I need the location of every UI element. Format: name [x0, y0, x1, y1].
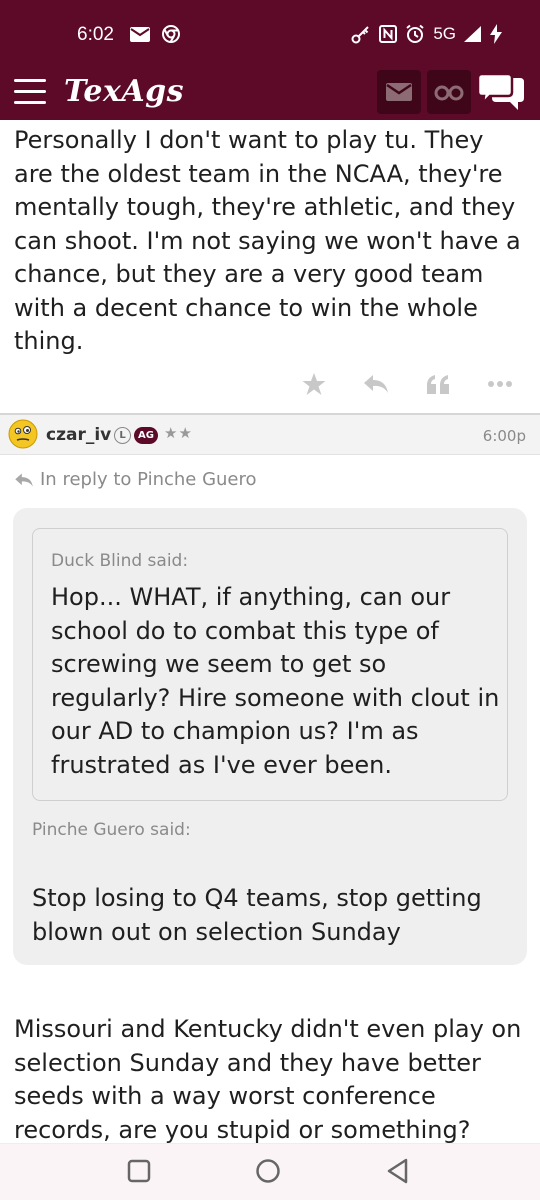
more-icon[interactable]: [484, 368, 516, 400]
binoculars-icon: [434, 85, 464, 101]
quote-text: Stop losing to Q4 teams, stop getting bl…: [32, 884, 482, 946]
reply-icon[interactable]: [360, 368, 392, 400]
rank-stars: ★★: [164, 424, 193, 442]
quote-author: Duck Blind said:: [51, 551, 189, 571]
status-time: 6:02: [77, 24, 114, 45]
status-right-icons: 5G: [351, 24, 502, 44]
nested-quote: Duck Blind said: Hop... WHAT, if anythin…: [32, 528, 508, 801]
post-header: czar_iv L AG ★★ 6:00p: [0, 415, 540, 455]
charging-icon: [490, 24, 502, 44]
back-icon[interactable]: [383, 1156, 413, 1186]
in-reply-to-label: In reply to Pinche Guero: [40, 469, 257, 490]
chat-icon: [476, 72, 524, 110]
nfc-icon: [379, 25, 398, 43]
menu-icon[interactable]: [14, 79, 46, 107]
quote-icon[interactable]: [422, 368, 454, 400]
username[interactable]: czar_iv: [46, 425, 111, 445]
messages-button[interactable]: [377, 70, 421, 114]
chrome-icon: [162, 25, 180, 43]
network-label: 5G: [433, 24, 456, 43]
key-icon: [351, 26, 370, 44]
system-nav-bar: [0, 1143, 540, 1200]
app-bar: TexAgs: [0, 66, 540, 120]
post-time: 6:00p: [482, 427, 526, 445]
in-reply-to-link[interactable]: In reply to Pinche Guero: [14, 469, 257, 490]
mail-icon: [130, 26, 150, 42]
status-bar: 6:02 5G: [0, 0, 540, 66]
texags-logo[interactable]: TexAgs: [64, 74, 184, 109]
quote-author: Pinche Guero said:: [32, 820, 191, 840]
post-body: Personally I don't want to play tu. They…: [14, 126, 521, 355]
ag-badge: AG: [134, 427, 158, 444]
quote-block: Duck Blind said: Hop... WHAT, if anythin…: [13, 508, 527, 965]
watch-button[interactable]: [427, 70, 471, 114]
post-actions: [298, 368, 516, 400]
quote-text: Hop... WHAT, if anything, can our school…: [51, 583, 500, 779]
recents-icon[interactable]: [124, 1156, 154, 1186]
mail-icon: [386, 83, 412, 101]
reply-icon: [15, 472, 33, 487]
status-left-icons: [130, 25, 180, 43]
alarm-icon: [406, 24, 424, 43]
home-icon[interactable]: [253, 1156, 283, 1186]
star-icon[interactable]: [298, 368, 330, 400]
lifetime-badge: L: [114, 427, 131, 444]
post-body: Missouri and Kentucky didn't even play o…: [14, 1015, 522, 1143]
signal-icon: [464, 26, 481, 42]
chat-button[interactable]: [476, 72, 526, 114]
avatar[interactable]: [8, 419, 38, 449]
